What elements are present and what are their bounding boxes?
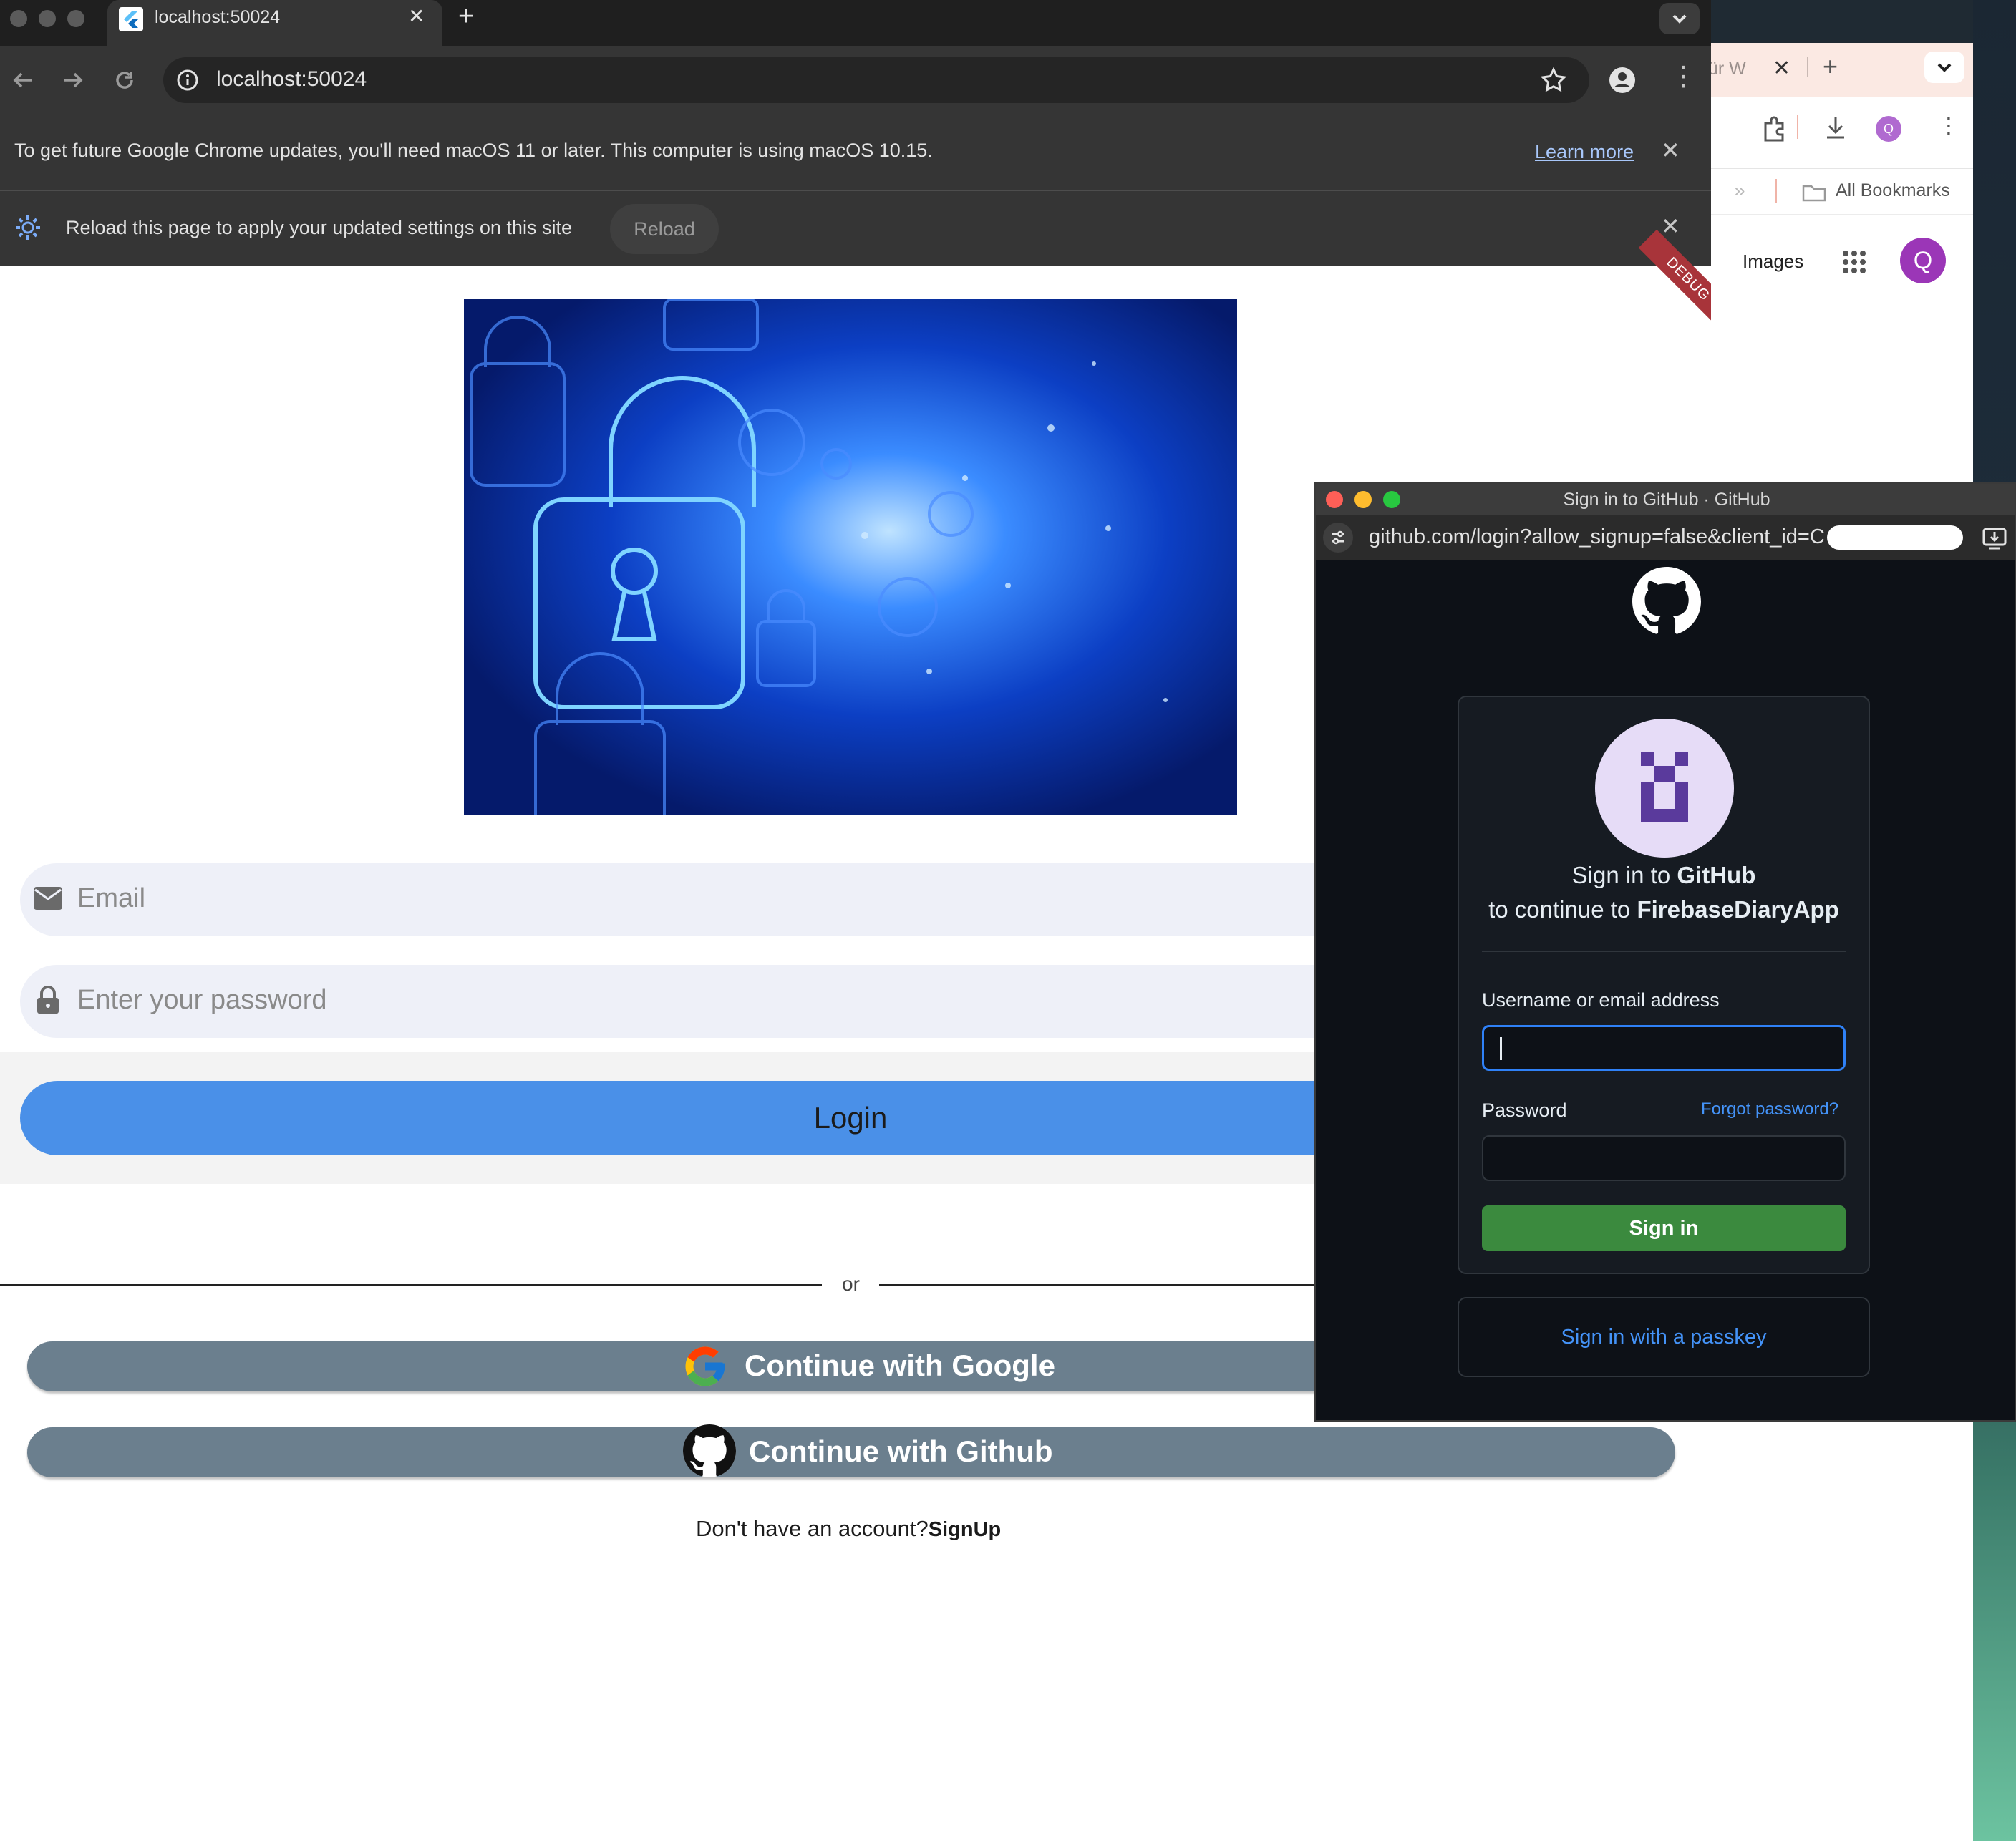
subheading-prefix: to continue to (1488, 896, 1637, 923)
close-infobar-icon[interactable]: ✕ (1661, 213, 1680, 240)
email-field[interactable]: Email (20, 863, 1352, 936)
passkey-button[interactable]: Sign in with a passkey (1458, 1297, 1870, 1377)
reload-infobar: Reload this page to apply your updated s… (0, 190, 1711, 266)
forward-icon[interactable] (60, 67, 86, 93)
images-link[interactable]: Images (1743, 251, 1803, 273)
learn-more-link[interactable]: Learn more (1535, 141, 1634, 163)
tab-title: localhost:50024 (155, 7, 281, 27)
email-placeholder: Email (77, 883, 146, 913)
background-tabstrip: ür W ✕ + (1704, 43, 1973, 97)
github-button-label: Continue with Github (749, 1434, 1053, 1468)
zoom-window-button[interactable] (1383, 491, 1400, 508)
signup-link[interactable]: SignUp (929, 1518, 1002, 1541)
reload-icon[interactable] (112, 67, 137, 93)
tab-search-button[interactable] (1924, 52, 1964, 83)
subheading-app: FirebaseDiaryApp (1637, 896, 1839, 923)
close-icon[interactable]: ✕ (1773, 56, 1790, 81)
divider-text: or (842, 1273, 860, 1295)
flutter-favicon-icon (119, 7, 143, 31)
signin-subheading: to continue to FirebaseDiaryApp (1459, 896, 1869, 923)
google-account-avatar[interactable]: Q (1900, 238, 1946, 283)
google-g-icon (685, 1346, 725, 1386)
signin-heading: Sign in to GitHub (1459, 862, 1869, 889)
chevron-down-icon (1937, 63, 1952, 72)
password-input[interactable] (1482, 1135, 1846, 1181)
password-field[interactable]: Enter your password (20, 965, 1352, 1038)
username-input[interactable] (1482, 1025, 1846, 1071)
close-infobar-icon[interactable]: ✕ (1661, 137, 1680, 164)
toolbar-divider (1797, 115, 1798, 139)
github-octocat-icon (683, 1424, 736, 1477)
extensions-icon[interactable] (1760, 113, 1788, 142)
profile-avatar[interactable]: Q (1876, 116, 1901, 142)
github-logo-icon (1632, 567, 1701, 634)
app-identicon (1595, 719, 1734, 858)
background-tab-title[interactable]: ür W (1708, 59, 1746, 79)
popup-url-bar: github.com/login?allow_signup=false&clie… (1316, 515, 2015, 560)
minimize-window-button[interactable] (1354, 491, 1372, 508)
update-infobar: To get future Google Chrome updates, you… (0, 115, 1711, 190)
folder-icon (1802, 185, 1826, 202)
popup-window-title: Sign in to GitHub · GitHub (1563, 490, 1770, 510)
close-window-button[interactable] (10, 10, 27, 27)
heading-brand: GitHub (1677, 862, 1756, 888)
lock-icon (37, 986, 59, 1014)
chevron-down-icon (1672, 14, 1687, 24)
site-settings-icon[interactable] (1323, 523, 1353, 553)
redacted-client-id (1827, 525, 1963, 550)
all-bookmarks-link[interactable]: All Bookmarks (1836, 180, 1950, 201)
new-tab-icon[interactable]: + (1823, 52, 1838, 82)
security-lock-image (464, 299, 1237, 815)
popup-titlebar: Sign in to GitHub · GitHub (1316, 484, 2015, 515)
chrome-menu-icon[interactable]: ⋮ (1670, 60, 1697, 92)
background-toolbar: Q ⋮ (1704, 97, 1973, 169)
text-cursor (1500, 1037, 1502, 1060)
reload-message: Reload this page to apply your updated s… (66, 217, 572, 238)
bookmark-divider (1775, 179, 1777, 203)
close-window-button[interactable] (1326, 491, 1343, 508)
update-message: To get future Google Chrome updates, you… (14, 140, 933, 161)
password-label: Password (1482, 1099, 1567, 1121)
github-signin-popup: Sign in to GitHub · GitHub github.com/lo… (1314, 482, 2016, 1422)
install-app-icon[interactable] (1982, 525, 2007, 551)
profile-icon[interactable] (1608, 66, 1637, 94)
password-placeholder: Enter your password (77, 985, 327, 1015)
forgot-password-link[interactable]: Forgot password? (1701, 1099, 1838, 1119)
download-icon[interactable] (1821, 113, 1850, 142)
close-tab-icon[interactable]: ✕ (408, 4, 425, 28)
active-tab[interactable]: localhost:50024 ✕ (107, 0, 442, 46)
signin-card: Sign in to GitHub to continue to Firebas… (1458, 696, 1870, 1274)
address-bar[interactable]: localhost:50024 (163, 57, 1589, 103)
reload-button[interactable]: Reload (610, 204, 719, 254)
signup-prompt: Don't have an account? (696, 1516, 929, 1541)
minimize-window-button[interactable] (39, 10, 56, 27)
bookmarks-bar: » All Bookmarks (1704, 169, 1973, 215)
card-divider (1482, 951, 1846, 952)
zoom-window-button[interactable] (67, 10, 84, 27)
back-icon[interactable] (10, 67, 36, 93)
chevron-double-icon[interactable]: » (1734, 179, 1745, 202)
username-label: Username or email address (1482, 989, 1720, 1011)
mail-icon (34, 887, 62, 910)
divider-left (0, 1284, 822, 1286)
heading-prefix: Sign in to (1571, 862, 1677, 888)
new-tab-icon[interactable]: + (458, 1, 474, 32)
apps-grid-icon[interactable] (1840, 248, 1869, 276)
settings-gear-icon (16, 215, 40, 240)
google-button-label: Continue with Google (745, 1349, 1055, 1382)
popup-url-text[interactable]: github.com/login?allow_signup=false&clie… (1369, 525, 1825, 549)
tab-search-button[interactable] (1659, 3, 1700, 34)
signup-row: Don't have an account?SignUp (696, 1516, 1001, 1542)
signin-button[interactable]: Sign in (1482, 1205, 1846, 1251)
url-text[interactable]: localhost:50024 (216, 67, 367, 92)
menu-icon[interactable]: ⋮ (1937, 112, 1960, 139)
site-info-icon[interactable] (176, 69, 199, 92)
tab-strip: localhost:50024 ✕ + (0, 0, 1711, 46)
tab-divider (1807, 57, 1808, 77)
bookmark-star-icon[interactable] (1541, 67, 1566, 93)
github-signin-button[interactable]: Continue with Github (27, 1424, 1675, 1477)
